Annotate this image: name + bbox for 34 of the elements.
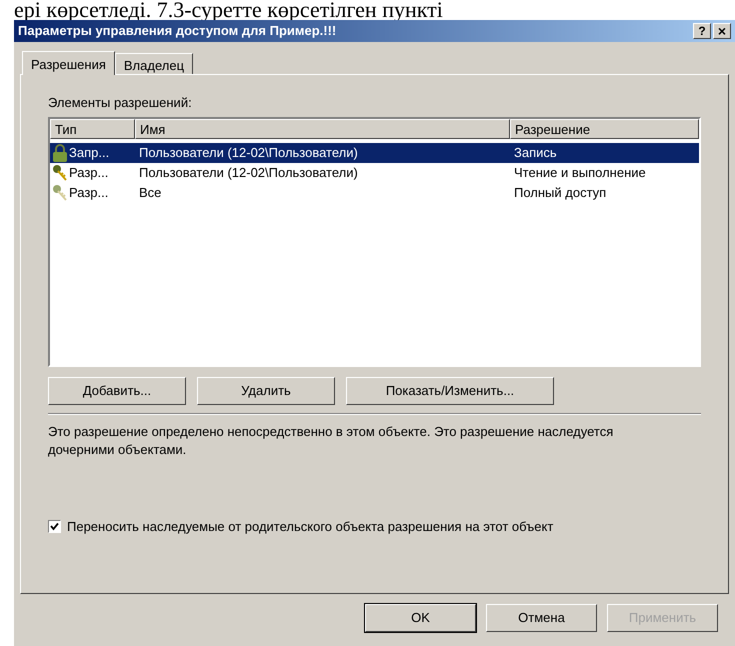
- column-header[interactable]: Имя: [135, 118, 510, 138]
- column-header[interactable]: Разрешение: [510, 118, 699, 138]
- window-title: Параметры управления доступом для Пример.!!!: [18, 22, 336, 40]
- description-text: Это разрешение определено непосредственно в этом объекте. Это разрешение наследуется дочерними объектами.: [48, 422, 614, 458]
- list-row[interactable]: Разр... Пользователи (12-02\Пользователи) Чтение и выполнение: [50, 162, 699, 182]
- inherit-checkbox[interactable]: [48, 520, 61, 533]
- tab[interactable]: Владелец: [114, 53, 194, 74]
- table-cell-text: Запись: [513, 144, 558, 162]
- close-button[interactable]: ×: [713, 23, 731, 39]
- list-label: Элементы разрешений:: [48, 94, 193, 112]
- check-icon: [50, 522, 59, 531]
- dialog-button[interactable]: Добавить...: [48, 376, 186, 404]
- table-cell-text: Запр...: [69, 144, 110, 162]
- dialog-button[interactable]: Удалить: [197, 376, 335, 404]
- help-button[interactable]: ?: [693, 23, 711, 39]
- checkbox-label: Переносить наследуемые от родительского объекта разрешения на этот объект: [67, 518, 554, 536]
- tab[interactable]: Разрешения: [22, 51, 115, 75]
- lock-icon: [52, 144, 68, 162]
- list-row[interactable]: Запр... Пользователи (12-02\Пользователи) Запись: [50, 142, 699, 162]
- table-cell-text: Чтение и выполнение: [513, 164, 647, 182]
- table-cell-text: Разр...: [69, 164, 108, 182]
- table-cell-text: Пользователи (12-02\Пользователи): [138, 164, 359, 182]
- document-text: ері көрсетледі. 7.3-суретте көрсетілген пункті: [13, 0, 444, 20]
- dialog-button[interactable]: Отмена: [486, 604, 597, 632]
- key-icon: [52, 184, 68, 202]
- column-header[interactable]: Тип: [50, 118, 135, 138]
- list-row[interactable]: Разр... Все Полный доступ: [50, 182, 699, 202]
- dialog-button[interactable]: Показать/Изменить...: [346, 376, 554, 404]
- key-icon: [52, 164, 68, 182]
- table-cell-text: Пользователи (12-02\Пользователи): [138, 144, 359, 162]
- table-cell-text: Полный доступ: [513, 184, 608, 202]
- table-cell-text: Все: [138, 184, 162, 202]
- dialog-button[interactable]: OK: [365, 604, 476, 632]
- table-cell-text: Разр...: [69, 184, 108, 202]
